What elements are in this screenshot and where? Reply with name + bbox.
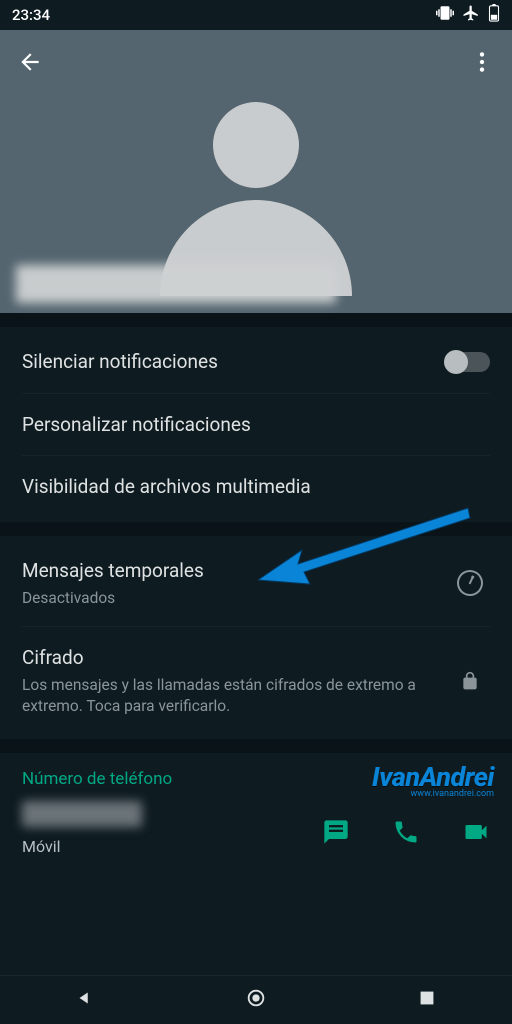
android-nav-bar — [0, 975, 512, 1024]
status-time: 23:34 — [12, 6, 50, 24]
video-call-icon[interactable] — [462, 818, 490, 850]
lock-icon — [450, 671, 490, 691]
more-options-button[interactable] — [462, 42, 502, 82]
mute-toggle[interactable] — [446, 352, 490, 372]
row-subtitle: Desactivados — [22, 588, 450, 609]
row-custom-notifications[interactable]: Personalizar notificaciones — [0, 394, 512, 456]
row-title: Cifrado — [22, 645, 450, 671]
phone-section: Número de teléfono IvanAndrei www.ivanan… — [0, 753, 512, 864]
phone-number-redacted — [22, 801, 142, 827]
status-bar: 23:34 — [0, 0, 512, 30]
airplane-icon — [462, 4, 480, 26]
back-button[interactable] — [10, 42, 50, 82]
notification-settings: Silenciar notificaciones Personalizar no… — [0, 327, 512, 522]
nav-recents-icon[interactable] — [416, 987, 438, 1013]
message-icon[interactable] — [322, 818, 350, 850]
timer-icon — [450, 570, 490, 596]
call-icon[interactable] — [392, 818, 420, 850]
row-title: Visibilidad de archivos multimedia — [22, 474, 490, 500]
battery-icon — [488, 4, 500, 26]
watermark: IvanAndrei www.ivanandrei.com — [372, 761, 494, 799]
status-icons — [436, 4, 500, 26]
row-encryption[interactable]: Cifrado Los mensajes y las llamadas está… — [0, 627, 512, 734]
row-media-visibility[interactable]: Visibilidad de archivos multimedia — [0, 456, 512, 518]
contact-name-redacted — [16, 265, 336, 303]
nav-back-icon[interactable] — [74, 987, 96, 1013]
row-title: Mensajes temporales — [22, 558, 450, 584]
row-mute-notifications[interactable]: Silenciar notificaciones — [0, 331, 512, 393]
row-disappearing-messages[interactable]: Mensajes temporales Desactivados — [0, 540, 512, 627]
privacy-settings: Mensajes temporales Desactivados Cifrado… — [0, 536, 512, 739]
nav-home-icon[interactable] — [245, 987, 267, 1013]
row-title: Personalizar notificaciones — [22, 412, 490, 438]
contact-header — [0, 30, 512, 313]
vibrate-icon — [436, 4, 454, 26]
row-subtitle: Los mensajes y las llamadas están cifrad… — [22, 675, 450, 717]
row-title: Silenciar notificaciones — [22, 349, 446, 375]
